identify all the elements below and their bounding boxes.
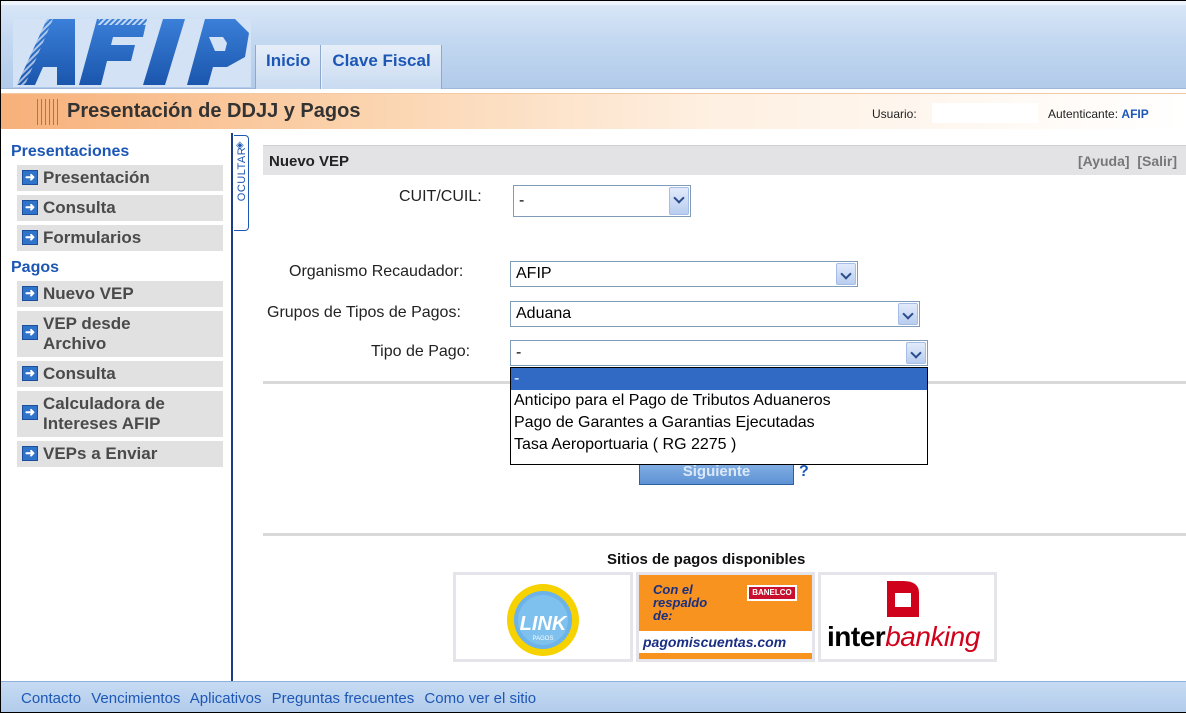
interbanking-text-b: banking [885, 621, 980, 652]
footer-link-preguntas[interactable]: Preguntas frecuentes [272, 690, 415, 707]
footer-link-como-ver[interactable]: Como ver el sitio [424, 690, 536, 707]
arrow-right-icon: ➜ [22, 170, 38, 185]
sidebar-item-vep-desde-archivo[interactable]: ➜ VEP desde Archivo [17, 311, 223, 357]
sidebar-item-label: VEP desde Archivo [43, 314, 131, 353]
organismo-select[interactable]: AFIP [510, 261, 858, 287]
afip-logo[interactable] [13, 19, 251, 87]
dropdown-option[interactable]: Tasa Aeroportuaria ( RG 2275 ) [511, 434, 927, 456]
sidebar-item-label: Consulta [43, 198, 116, 217]
arrow-right-icon: ➜ [22, 200, 38, 215]
tipo-pago-dropdown-list: - Anticipo para el Pago de Tributos Adua… [510, 367, 928, 465]
dropdown-option[interactable]: Anticipo para el Pago de Tributos Aduane… [511, 390, 927, 412]
user-value [932, 103, 1038, 123]
exit-link[interactable]: [Salir] [1137, 153, 1177, 169]
sidebar-section-pagos: Pagos [11, 259, 60, 276]
auth-label-text: Autenticante: [1048, 107, 1119, 121]
sidebar-item-consulta-pagos[interactable]: ➜ Consulta [17, 361, 223, 387]
arrow-right-icon: ➜ [22, 325, 38, 340]
grupos-select-value: Aduana [516, 305, 572, 322]
footer-link-aplicativos[interactable]: Aplicativos [190, 690, 262, 707]
sidebar: Presentaciones ➜ Presentación ➜ Consulta ➜… [1, 133, 233, 681]
cuit-select-value: - [519, 192, 525, 209]
page-title: Presentación de DDJJ y Pagos [67, 100, 361, 122]
sidebar-item-label: Consulta [43, 364, 116, 383]
section-title: Nuevo VEP [269, 153, 350, 170]
grupos-label: Grupos de Tipos de Pagos: [267, 304, 461, 321]
sidebar-item-label: Calculadora de Intereses AFIP [43, 394, 165, 433]
chevron-down-icon [898, 303, 918, 325]
header: Inicio Clave Fiscal [1, 1, 1186, 89]
help-link[interactable]: [Ayuda] [1078, 153, 1130, 169]
arrow-right-icon: ➜ [22, 446, 38, 461]
chevron-down-icon [906, 342, 926, 364]
auth-label: Autenticante: AFIP [1048, 107, 1149, 121]
header-highlight [1, 1, 1186, 5]
organismo-select-value: AFIP [516, 265, 552, 282]
section-header: Nuevo VEP [Ayuda] [Salir] [263, 145, 1186, 175]
sidebar-item-calculadora-intereses[interactable]: ➜ Calculadora de Intereses AFIP [17, 391, 223, 437]
hide-sidebar-label: OCULTAR [236, 146, 248, 202]
title-bar: Presentación de DDJJ y Pagos Usuario: Au… [1, 93, 1186, 129]
payment-sites-title: Sitios de pagos disponibles [607, 551, 806, 568]
organismo-label: Organismo Recaudador: [289, 263, 464, 280]
top-nav: Inicio Clave Fiscal [255, 45, 442, 89]
interbanking-text-a: inter [827, 621, 886, 652]
dropdown-option[interactable]: - [511, 368, 927, 390]
chevron-down-icon [669, 187, 689, 215]
section-links: [Ayuda] [Salir] [1078, 153, 1177, 169]
sidebar-item-presentacion[interactable]: ➜ Presentación [17, 165, 223, 191]
sidebar-item-nuevo-vep[interactable]: ➜ Nuevo VEP [17, 281, 223, 307]
footer: Contacto Vencimientos Aplicativos Pregun… [1, 681, 1186, 712]
banelco-badge: BANELCO [747, 585, 797, 601]
sidebar-item-consulta-presentaciones[interactable]: ➜ Consulta [17, 195, 223, 221]
divider [263, 533, 1186, 536]
tipo-pago-select-value: - [516, 344, 522, 361]
nav-tab-inicio[interactable]: Inicio [255, 45, 322, 89]
chevron-down-icon [836, 263, 856, 285]
interbanking-icon [887, 581, 919, 617]
footer-link-contacto[interactable]: Contacto [21, 690, 81, 707]
pagomiscuentas-logo[interactable]: Con el respaldo de: BANELCO pagomiscuent… [636, 572, 815, 662]
pmc-brand: pagomiscuentas.com [643, 634, 787, 650]
nav-tab-clave-fiscal[interactable]: Clave Fiscal [321, 45, 442, 89]
pmc-tagline: Con el respaldo de: [653, 582, 708, 623]
help-icon[interactable]: ? [799, 463, 809, 481]
link-pagos-logo[interactable]: LINK PAGOS [453, 572, 633, 662]
sidebar-item-formularios[interactable]: ➜ Formularios [17, 225, 223, 251]
hide-sidebar-toggle[interactable]: ◈ OCULTAR [234, 135, 249, 231]
interbanking-text: interbanking [827, 621, 980, 653]
auth-value: AFIP [1121, 107, 1149, 121]
arrow-right-icon: ➜ [22, 366, 38, 381]
sidebar-item-label: Presentación [43, 168, 150, 187]
sidebar-item-label: VEPs a Enviar [43, 444, 158, 463]
interbanking-logo[interactable]: interbanking [818, 572, 997, 662]
tipo-pago-select[interactable]: - [510, 340, 928, 366]
arrow-right-icon: ➜ [22, 405, 38, 420]
browser-page: Inicio Clave Fiscal Presentación de DDJJ… [0, 0, 1186, 713]
arrow-right-icon: ➜ [22, 286, 38, 301]
link-logo-text: LINK [519, 613, 567, 635]
arrow-right-icon: ➜ [22, 230, 38, 245]
link-logo-sub: PAGOS [532, 636, 554, 642]
cuit-label: CUIT/CUIL: [399, 188, 482, 205]
main-content: Nuevo VEP [Ayuda] [Salir] CUIT/CUIL: - O… [249, 133, 1186, 681]
footer-link-vencimientos[interactable]: Vencimientos [91, 690, 180, 707]
footer-links: Contacto Vencimientos Aplicativos Pregun… [21, 690, 542, 707]
sidebar-item-label: Nuevo VEP [43, 284, 134, 303]
user-label: Usuario: [872, 107, 917, 121]
title-stripes-icon [37, 99, 59, 125]
dropdown-option[interactable]: Pago de Garantes a Garantias Ejecutadas [511, 412, 927, 434]
grupos-select[interactable]: Aduana [510, 301, 920, 327]
tipo-pago-label: Tipo de Pago: [371, 343, 471, 360]
sidebar-section-presentaciones: Presentaciones [11, 143, 130, 160]
cuit-select[interactable]: - [513, 185, 691, 217]
sidebar-item-veps-a-enviar[interactable]: ➜ VEPs a Enviar [17, 441, 223, 467]
sidebar-item-label: Formularios [43, 228, 142, 247]
